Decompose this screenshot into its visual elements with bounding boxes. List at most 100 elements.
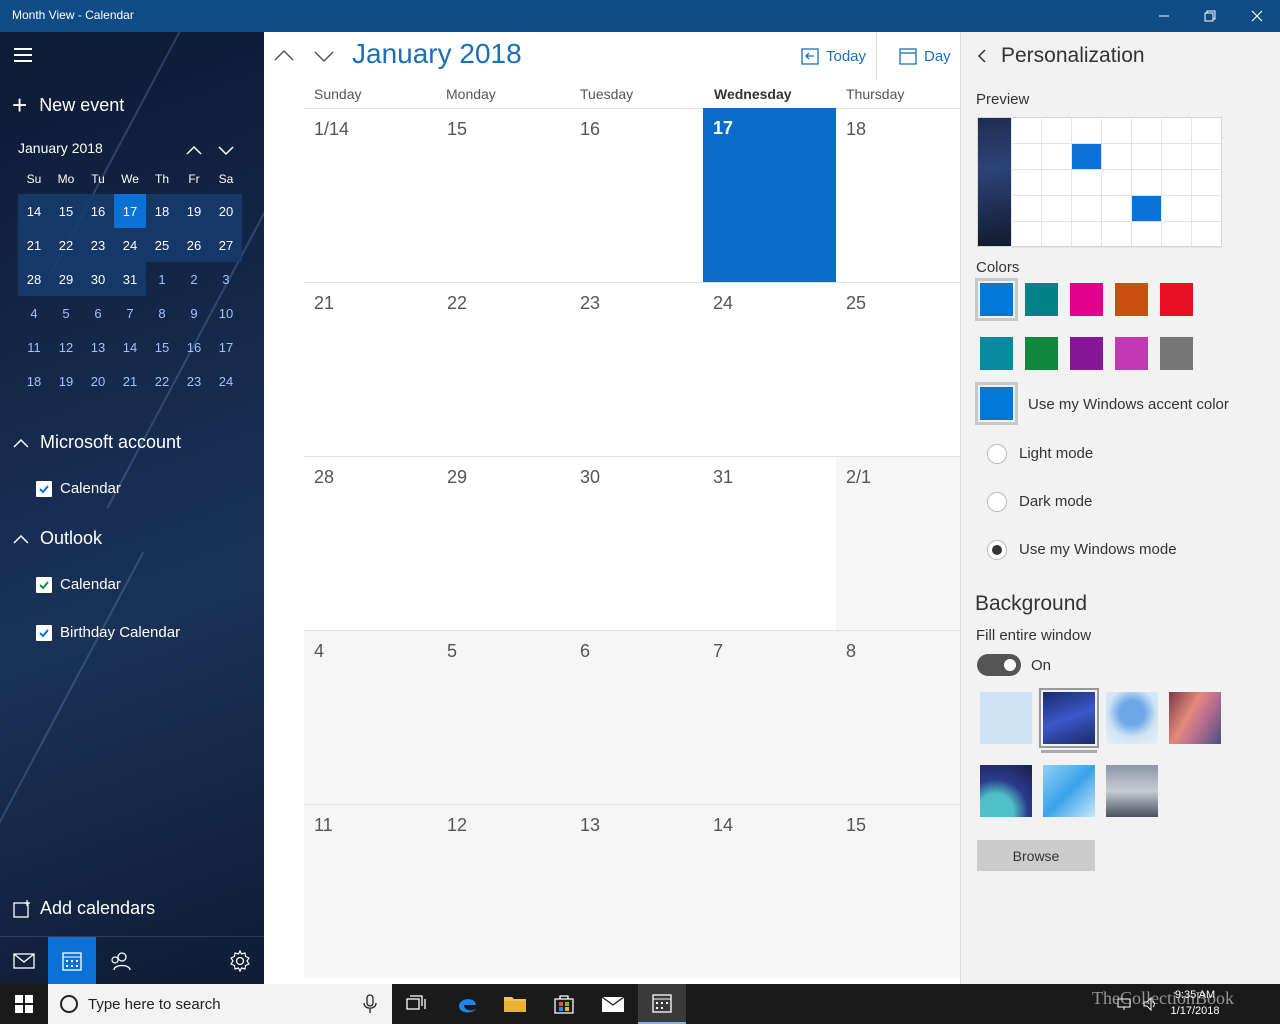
day-cell[interactable]: 24 — [703, 282, 836, 456]
mini-calendar-day[interactable]: 4 — [18, 296, 50, 330]
microphone-icon[interactable] — [362, 994, 378, 1014]
background-thumbnail[interactable] — [1169, 692, 1221, 744]
mini-calendar-day[interactable]: 23 — [178, 364, 210, 398]
accent-color-swatch[interactable] — [975, 382, 1018, 425]
day-cell[interactable]: 12 — [437, 804, 570, 978]
mini-calendar-day[interactable]: 24 — [114, 228, 146, 262]
mini-calendar-day-today[interactable]: 17 — [114, 194, 146, 228]
radio-button[interactable] — [987, 540, 1007, 560]
background-thumbnail[interactable] — [980, 765, 1032, 817]
mini-calendar-day[interactable]: 10 — [210, 296, 242, 330]
day-cell[interactable]: 2/1 — [836, 456, 960, 630]
mini-calendar-day[interactable]: 7 — [114, 296, 146, 330]
restore-button[interactable] — [1187, 0, 1233, 32]
mini-calendar-day[interactable]: 22 — [146, 364, 178, 398]
mini-calendar-day[interactable]: 24 — [210, 364, 242, 398]
mail-app-button[interactable] — [589, 984, 637, 1024]
mode-label[interactable]: Dark mode — [1019, 493, 1092, 510]
store-button[interactable] — [540, 984, 588, 1024]
start-button[interactable] — [0, 984, 48, 1024]
mini-calendar-day[interactable]: 16 — [178, 330, 210, 364]
background-thumbnail[interactable] — [1106, 765, 1158, 817]
mini-calendar-day[interactable]: 2 — [178, 262, 210, 296]
mini-calendar-day[interactable]: 23 — [82, 228, 114, 262]
mini-calendar-day[interactable]: 17 — [210, 330, 242, 364]
color-swatch[interactable] — [1070, 337, 1103, 370]
close-button[interactable] — [1234, 0, 1280, 32]
task-view-button[interactable] — [392, 984, 440, 1024]
day-cell-today[interactable]: 17 — [703, 108, 836, 282]
mini-calendar-day[interactable]: 18 — [18, 364, 50, 398]
mode-label[interactable]: Light mode — [1019, 445, 1093, 462]
calendar-app-button[interactable] — [638, 984, 686, 1024]
chevron-up-icon[interactable] — [184, 142, 204, 158]
mini-calendar-day[interactable]: 14 — [114, 330, 146, 364]
checkbox-checked[interactable] — [36, 480, 52, 497]
section-outlook[interactable]: Outlook — [12, 528, 102, 549]
calendar-button[interactable] — [48, 937, 96, 984]
color-swatch[interactable] — [1115, 283, 1148, 316]
mini-calendar-day[interactable]: 21 — [114, 364, 146, 398]
previous-month-button[interactable] — [272, 44, 296, 68]
mini-calendar-day[interactable]: 29 — [50, 262, 82, 296]
day-cell[interactable]: 22 — [437, 282, 570, 456]
mini-calendar-day[interactable]: 18 — [146, 194, 178, 228]
calendar-item[interactable]: Birthday Calendar — [36, 624, 180, 641]
mini-calendar-day[interactable]: 20 — [82, 364, 114, 398]
day-view-button[interactable]: Day — [898, 46, 951, 66]
day-cell[interactable]: 6 — [570, 630, 703, 804]
mini-calendar-day[interactable]: 6 — [82, 296, 114, 330]
back-icon[interactable] — [975, 48, 991, 64]
color-swatch[interactable] — [1070, 283, 1103, 316]
mini-calendar-day[interactable]: 8 — [146, 296, 178, 330]
background-thumbnail[interactable] — [1043, 765, 1095, 817]
calendar-item[interactable]: Calendar — [36, 576, 121, 593]
radio-button[interactable] — [987, 444, 1007, 464]
background-thumbnail[interactable] — [1106, 692, 1158, 744]
day-cell[interactable]: 11 — [304, 804, 437, 978]
taskbar-clock[interactable]: 9:35 AM 1/17/2018 — [1150, 987, 1240, 1019]
day-cell[interactable]: 1/14 — [304, 108, 437, 282]
color-swatch[interactable] — [975, 278, 1018, 321]
mini-calendar-day[interactable]: 12 — [50, 330, 82, 364]
day-cell[interactable]: 16 — [570, 108, 703, 282]
settings-button[interactable] — [216, 937, 264, 984]
mini-calendar-day[interactable]: 21 — [18, 228, 50, 262]
mini-calendar-day[interactable]: 13 — [82, 330, 114, 364]
checkbox-checked[interactable] — [36, 576, 52, 593]
day-cell[interactable]: 28 — [304, 456, 437, 630]
checkbox-checked[interactable] — [36, 624, 52, 641]
day-cell[interactable]: 8 — [836, 630, 960, 804]
chevron-down-icon[interactable] — [216, 142, 236, 158]
mini-calendar-day[interactable]: 15 — [50, 194, 82, 228]
background-thumbnail[interactable] — [980, 692, 1032, 744]
mini-calendar-day[interactable]: 1 — [146, 262, 178, 296]
minimize-button[interactable] — [1141, 0, 1187, 32]
mini-calendar-day[interactable]: 15 — [146, 330, 178, 364]
month-title[interactable]: January 2018 — [352, 38, 522, 70]
color-swatch[interactable] — [1025, 283, 1058, 316]
mini-calendar-day[interactable]: 26 — [178, 228, 210, 262]
color-swatch[interactable] — [1115, 337, 1148, 370]
fill-window-toggle[interactable] — [977, 654, 1021, 676]
taskbar-search-box[interactable]: Type here to search — [48, 984, 392, 1024]
browse-button[interactable]: Browse — [977, 840, 1095, 871]
mini-calendar-day[interactable]: 25 — [146, 228, 178, 262]
day-cell[interactable]: 29 — [437, 456, 570, 630]
mini-calendar-day[interactable]: 9 — [178, 296, 210, 330]
mini-calendar-day[interactable]: 16 — [82, 194, 114, 228]
new-event-button[interactable]: + New event — [12, 92, 124, 118]
calendar-item[interactable]: Calendar — [36, 480, 121, 497]
next-month-button[interactable] — [312, 44, 336, 68]
mini-calendar-day[interactable]: 31 — [114, 262, 146, 296]
mini-calendar-day[interactable]: 11 — [18, 330, 50, 364]
mini-calendar-day[interactable]: 30 — [82, 262, 114, 296]
day-cell[interactable]: 31 — [703, 456, 836, 630]
use-accent-color-label[interactable]: Use my Windows accent color — [1028, 396, 1229, 413]
mini-calendar-day[interactable]: 14 — [18, 194, 50, 228]
day-cell[interactable]: 5 — [437, 630, 570, 804]
mini-calendar-day[interactable]: 19 — [178, 194, 210, 228]
add-calendars-button[interactable]: Add calendars — [12, 898, 155, 919]
day-cell[interactable]: 18 — [836, 108, 960, 282]
mode-label[interactable]: Use my Windows mode — [1019, 541, 1177, 558]
